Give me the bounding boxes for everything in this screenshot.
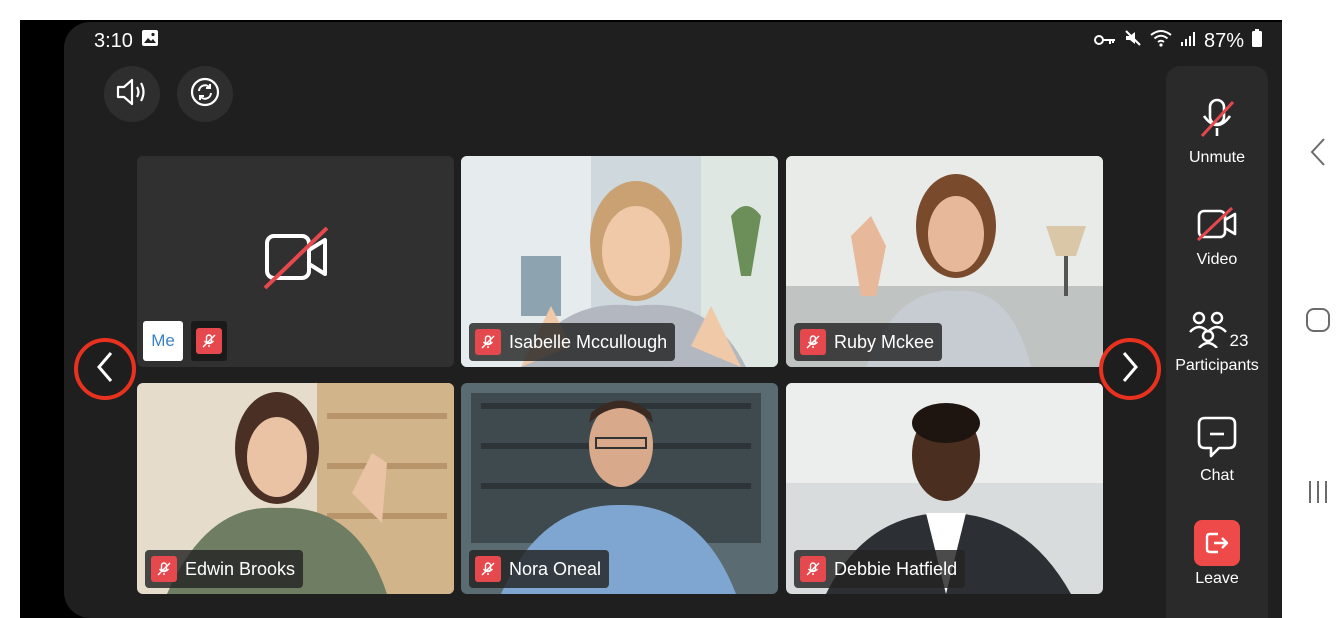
speaker-icon xyxy=(115,77,149,112)
participant-name-tag: Isabelle Mccullough xyxy=(469,323,676,361)
mic-off-icon xyxy=(800,556,826,582)
participant-tile-isabelle[interactable]: Isabelle Mccullough xyxy=(461,156,778,367)
video-off-icon xyxy=(1196,206,1238,247)
self-name-tag: Me xyxy=(143,321,227,361)
system-back-button[interactable] xyxy=(1296,132,1340,176)
me-label: Me xyxy=(143,321,183,361)
unmute-label: Unmute xyxy=(1188,149,1246,166)
participants-icon-group: 23 xyxy=(1186,310,1249,353)
participants-label: Participants xyxy=(1175,357,1259,374)
video-off-icon xyxy=(263,226,331,295)
meeting-screen: 3:10 87% Me Isabelle Mccullough Ruby Mck… xyxy=(64,22,1282,618)
control-side-panel: Unmute Video 23 Participants Chat Leave xyxy=(1166,66,1268,618)
unmute-button[interactable]: Unmute xyxy=(1166,96,1268,167)
next-page-button[interactable] xyxy=(1099,338,1161,400)
switch-camera-button[interactable] xyxy=(177,66,233,122)
battery-percentage: 87% xyxy=(1203,29,1244,52)
participant-name-tag: Nora Oneal xyxy=(469,550,610,588)
leave-button[interactable]: Leave xyxy=(1166,520,1268,588)
chat-icon xyxy=(1197,414,1237,463)
status-bar: 3:10 87% xyxy=(64,22,1282,62)
status-time: 3:10 xyxy=(94,29,133,52)
speaker-button[interactable] xyxy=(104,66,160,122)
chevron-left-icon xyxy=(95,350,115,389)
screenshot-page: 3:10 87% Me Isabelle Mccullough Ruby Mck… xyxy=(0,0,1341,618)
participant-name-tag: Debbie Hatfield xyxy=(794,550,966,588)
participant-name-tag: Ruby Mckee xyxy=(794,323,943,361)
leave-label: Leave xyxy=(1195,570,1239,587)
video-button[interactable]: Video xyxy=(1166,206,1268,269)
self-video-tile[interactable]: Me xyxy=(137,156,454,367)
status-icons: 87% xyxy=(1093,29,1262,53)
self-mute-indicator xyxy=(191,321,227,361)
wifi-icon xyxy=(1150,29,1172,53)
switch-camera-icon xyxy=(189,76,221,113)
participant-name: Ruby Mckee xyxy=(834,331,935,352)
mute-volume-icon xyxy=(1124,29,1142,53)
participant-tile-edwin[interactable]: Edwin Brooks xyxy=(137,383,454,594)
participant-name: Debbie Hatfield xyxy=(834,558,958,579)
signal-icon xyxy=(1180,30,1196,53)
participant-name: Isabelle Mccullough xyxy=(509,331,668,352)
gallery-notification-icon xyxy=(141,29,159,53)
participant-tile-nora[interactable]: Nora Oneal xyxy=(461,383,778,594)
chevron-right-icon xyxy=(1120,350,1140,389)
left-bezel xyxy=(0,0,20,618)
system-home-button[interactable] xyxy=(1296,300,1340,344)
chat-label: Chat xyxy=(1200,467,1234,484)
status-time-group: 3:10 xyxy=(94,29,159,53)
key-icon xyxy=(1093,30,1116,53)
battery-icon xyxy=(1252,29,1262,53)
participants-icon xyxy=(1186,310,1232,353)
participant-name: Edwin Brooks xyxy=(185,558,296,579)
mic-off-icon xyxy=(1197,96,1237,145)
mic-off-icon xyxy=(800,329,826,355)
participants-count: 23 xyxy=(1229,331,1249,350)
participant-name: Nora Oneal xyxy=(509,558,602,579)
video-label: Video xyxy=(1196,251,1238,268)
participant-tile-debbie[interactable]: Debbie Hatfield xyxy=(786,383,1103,594)
chat-button[interactable]: Chat xyxy=(1166,414,1268,485)
recents-icon xyxy=(1307,479,1329,510)
system-recents-button[interactable] xyxy=(1296,472,1340,516)
home-icon xyxy=(1305,307,1331,338)
previous-page-button[interactable] xyxy=(74,338,136,400)
mic-off-icon xyxy=(475,556,501,582)
participant-tile-ruby[interactable]: Ruby Mckee xyxy=(786,156,1103,367)
mic-off-icon xyxy=(196,328,222,354)
mic-off-icon xyxy=(475,329,501,355)
leave-icon xyxy=(1194,520,1240,566)
participant-name-tag: Edwin Brooks xyxy=(145,550,304,588)
participants-button[interactable]: 23 Participants xyxy=(1166,310,1268,375)
back-icon xyxy=(1309,137,1327,172)
mic-off-icon xyxy=(151,556,177,582)
